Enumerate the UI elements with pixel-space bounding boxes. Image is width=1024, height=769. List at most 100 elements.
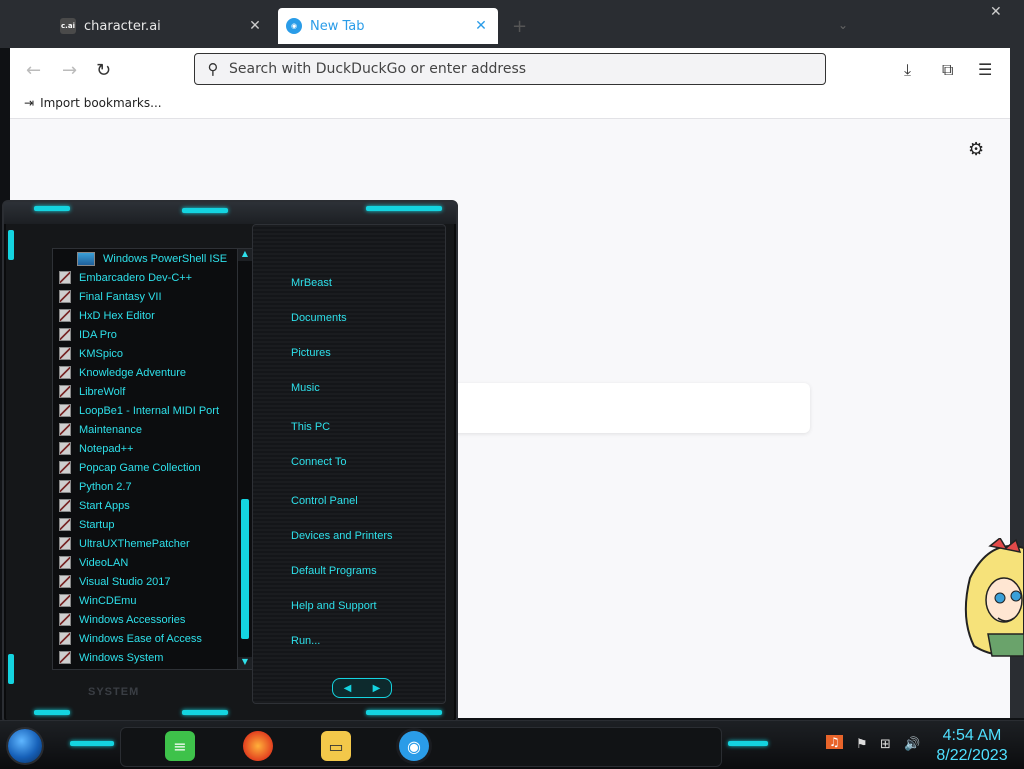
- program-label: Popcap Game Collection: [79, 461, 201, 474]
- place-item[interactable]: Help and Support: [291, 600, 377, 612]
- place-item[interactable]: Pictures: [291, 347, 331, 359]
- close-window-icon[interactable]: ✕: [990, 4, 1002, 20]
- search-icon: ⚲: [207, 60, 219, 78]
- cartoon-character-image: [964, 538, 1024, 657]
- place-item[interactable]: This PC: [291, 421, 330, 433]
- folder-icon: [59, 442, 71, 455]
- scrollbar-thumb[interactable]: [241, 499, 249, 639]
- program-list-item[interactable]: Notepad++: [53, 439, 237, 458]
- tab-title: character.ai: [84, 18, 161, 34]
- program-list-item[interactable]: Popcap Game Collection: [53, 458, 237, 477]
- place-item[interactable]: Run...: [291, 635, 320, 647]
- place-item[interactable]: MrBeast: [291, 277, 332, 289]
- taskbar: ≡ ▭ ◉ ♫ ⚑ ⊞ 🔊 4:54 AM 8/22/2023: [0, 720, 1024, 769]
- program-list-item[interactable]: Windows Accessories: [53, 610, 237, 629]
- librewolf-icon[interactable]: ◉: [399, 731, 429, 761]
- program-list-item[interactable]: Maintenance: [53, 420, 237, 439]
- folder-icon: [59, 271, 71, 284]
- program-list-item[interactable]: KMSpico: [53, 344, 237, 363]
- list-all-tabs-chevron-icon[interactable]: ⌄: [838, 18, 848, 32]
- folder-icon: [59, 290, 71, 303]
- program-label: Windows Accessories: [79, 613, 186, 626]
- system-label: SYSTEM: [88, 686, 140, 698]
- program-label: Windows Ease of Access: [79, 632, 202, 645]
- address-bar[interactable]: ⚲: [194, 53, 826, 85]
- url-input[interactable]: [227, 60, 791, 78]
- prev-arrow-icon[interactable]: ◀: [344, 683, 352, 694]
- folder-icon: [59, 518, 71, 531]
- program-list-item[interactable]: UltraUXThemePatcher: [53, 534, 237, 553]
- close-tab-icon[interactable]: ✕: [472, 18, 490, 34]
- program-list-item[interactable]: Startup: [53, 515, 237, 534]
- program-label: Knowledge Adventure: [79, 366, 187, 379]
- volume-icon[interactable]: 🔊: [904, 737, 920, 752]
- downloads-icon[interactable]: ⤓: [904, 60, 911, 80]
- program-list-item[interactable]: Visual Studio 2017: [53, 572, 237, 591]
- powershell-icon: [77, 251, 95, 266]
- place-item[interactable]: Default Programs: [291, 565, 377, 577]
- place-item[interactable]: Devices and Printers: [291, 530, 393, 542]
- program-list-item[interactable]: LoopBe1 - Internal MIDI Port: [53, 401, 237, 420]
- taskbar-light: [70, 741, 114, 746]
- folder-icon: [59, 632, 71, 645]
- program-list-item[interactable]: Final Fantasy VII: [53, 287, 237, 306]
- place-item[interactable]: Documents: [291, 312, 347, 324]
- program-list-item[interactable]: VideoLAN: [53, 553, 237, 572]
- clock-time[interactable]: 4:54 AM: [940, 727, 1004, 745]
- program-label: Windows PowerShell ISE: [103, 252, 228, 265]
- programs-scrollbar[interactable]: ▲ ▼: [237, 248, 253, 670]
- program-list-item[interactable]: HxD Hex Editor: [53, 306, 237, 325]
- program-list-item[interactable]: Knowledge Adventure: [53, 363, 237, 382]
- taskbar-apps-panel: ≡ ▭ ◉: [120, 727, 722, 767]
- program-list-item[interactable]: LibreWolf: [53, 382, 237, 401]
- close-tab-icon[interactable]: ✕: [246, 18, 264, 34]
- tray-app-icon[interactable]: ♫: [826, 735, 843, 749]
- new-tab-plus-icon[interactable]: +: [512, 16, 527, 37]
- firefox-icon[interactable]: [243, 731, 273, 761]
- action-center-flag-icon[interactable]: ⚑: [856, 737, 868, 752]
- back-arrow-icon[interactable]: ←: [26, 60, 41, 81]
- program-list-item[interactable]: IDA Pro: [53, 325, 237, 344]
- tab-new-tab[interactable]: ◉ New Tab ✕: [278, 8, 498, 44]
- folder-icon: [59, 423, 71, 436]
- program-list-item[interactable]: Python 2.7: [53, 477, 237, 496]
- start-menu-nav-arrows[interactable]: ◀ ▶: [332, 678, 392, 698]
- program-list-item[interactable]: Windows PowerShell ISE: [53, 249, 237, 268]
- program-label: WinCDEmu: [79, 594, 137, 607]
- program-label: LibreWolf: [79, 385, 126, 398]
- notes-app-icon[interactable]: ≡: [165, 731, 195, 761]
- next-arrow-icon[interactable]: ▶: [373, 683, 381, 694]
- place-item[interactable]: Connect To: [291, 456, 346, 468]
- clock-date[interactable]: 8/22/2023: [934, 747, 1010, 765]
- tab-character-ai[interactable]: c.ai character.ai ✕: [52, 8, 272, 44]
- program-label: LoopBe1 - Internal MIDI Port: [79, 404, 220, 417]
- program-label: HxD Hex Editor: [79, 309, 155, 322]
- program-label: KMSpico: [79, 347, 124, 360]
- program-list-item[interactable]: Windows System: [53, 648, 237, 667]
- place-item[interactable]: Music: [291, 382, 320, 394]
- place-item[interactable]: Control Panel: [291, 495, 358, 507]
- gear-icon[interactable]: ⚙: [968, 139, 984, 160]
- frame-light: [34, 710, 70, 715]
- network-icon[interactable]: ⊞: [880, 737, 891, 752]
- import-icon: ⇥: [24, 96, 35, 110]
- forward-arrow-icon[interactable]: →: [62, 60, 77, 81]
- start-orb-button[interactable]: [8, 729, 42, 763]
- folder-icon: [59, 385, 71, 398]
- scroll-down-icon[interactable]: ▼: [238, 657, 252, 669]
- extensions-puzzle-icon[interactable]: ⧉: [942, 60, 953, 80]
- folder-icon: [59, 347, 71, 360]
- file-explorer-icon[interactable]: ▭: [321, 731, 351, 761]
- new-tab-search-box[interactable]: [450, 383, 810, 433]
- reload-icon[interactable]: ↻: [96, 60, 111, 81]
- import-bookmarks-button[interactable]: ⇥ Import bookmarks...: [24, 96, 162, 110]
- program-list-item[interactable]: Start Apps: [53, 496, 237, 515]
- folder-icon: [59, 594, 71, 607]
- program-label: UltraUXThemePatcher: [79, 537, 190, 550]
- program-list-item[interactable]: WinCDEmu: [53, 591, 237, 610]
- scroll-up-icon[interactable]: ▲: [238, 249, 252, 261]
- program-list-item[interactable]: Windows Ease of Access: [53, 629, 237, 648]
- hamburger-menu-icon[interactable]: ☰: [978, 60, 992, 79]
- program-list-item[interactable]: Embarcadero Dev-C++: [53, 268, 237, 287]
- program-label: Windows System: [79, 651, 164, 664]
